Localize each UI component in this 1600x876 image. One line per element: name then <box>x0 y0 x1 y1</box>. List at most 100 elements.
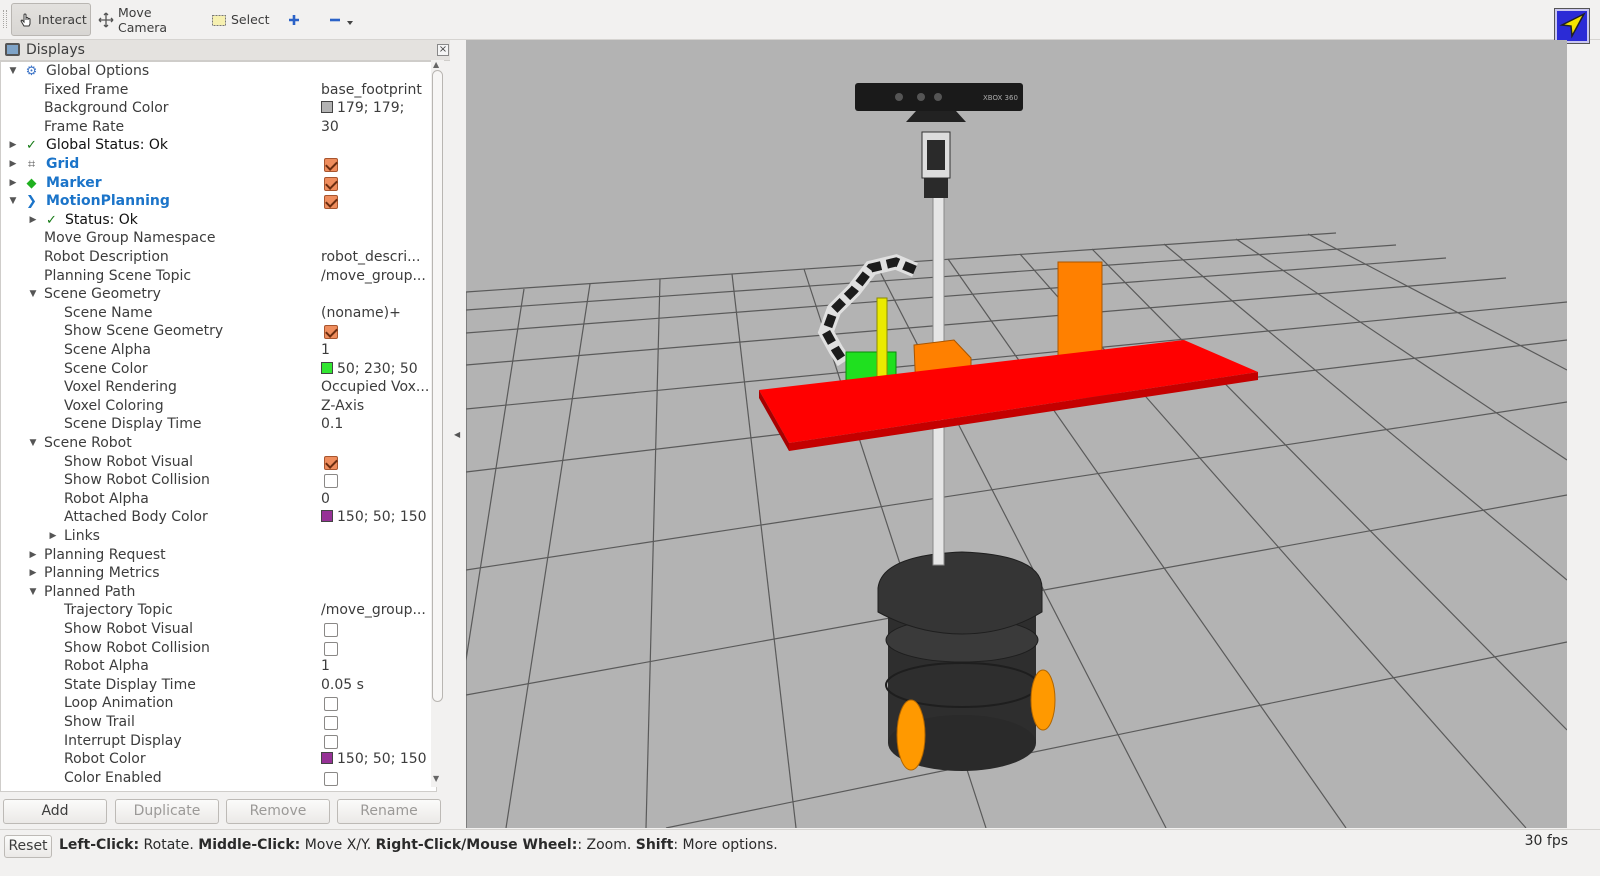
tree-row[interactable]: Fixed Frame base_footprint <box>1 81 436 100</box>
tree-row[interactable]: Show Trail <box>1 713 436 732</box>
tree-row-label: Global Status: Ok <box>46 137 169 154</box>
remove-tool-dropdown[interactable] <box>322 3 362 36</box>
property-checkbox[interactable] <box>324 697 338 712</box>
property-checkbox[interactable] <box>324 195 338 210</box>
expand-down-icon[interactable]: ▼ <box>28 285 38 304</box>
tree-row-value[interactable]: /move_group... <box>321 267 436 286</box>
tree-row[interactable]: ▼ ❯ MotionPlanning <box>1 192 436 211</box>
tree-row[interactable]: Robot Color 150; 50; 150 <box>1 750 436 769</box>
add-button[interactable]: Add <box>3 799 107 824</box>
expand-right-icon[interactable]: ▶ <box>28 564 38 583</box>
tree-row[interactable]: Planning Scene Topic/move_group... <box>1 267 436 286</box>
expand-right-icon[interactable]: ▶ <box>8 155 18 174</box>
tree-row[interactable]: ▼ ⚙ Global Options <box>1 62 436 81</box>
tree-row[interactable]: Robot Alpha 1 <box>1 657 436 676</box>
tree-row[interactable]: Robot Description robot_descri... <box>1 248 436 267</box>
scrollbar-thumb[interactable] <box>432 70 443 702</box>
expand-down-icon[interactable]: ▼ <box>8 192 18 211</box>
tree-row[interactable]: Show Robot Collision <box>1 639 436 658</box>
tree-row[interactable]: Scene Color 50; 230; 50 <box>1 360 436 379</box>
move-camera-tool-button[interactable]: Move Camera <box>92 3 196 36</box>
tree-row[interactable]: ▶ ⌗ Grid <box>1 155 436 174</box>
expand-right-icon[interactable]: ▶ <box>28 546 38 565</box>
tree-row-value[interactable]: (noname)+ <box>321 304 436 323</box>
property-checkbox[interactable] <box>324 474 338 489</box>
tree-row[interactable]: Scene Name (noname)+ <box>1 304 436 323</box>
tree-row[interactable]: Frame Rate 30 <box>1 118 436 137</box>
expand-right-icon[interactable]: ▶ <box>28 211 38 230</box>
tree-row[interactable]: Voxel Rendering Occupied Vox... <box>1 378 436 397</box>
tree-row[interactable]: Attached Body Color 150; 50; 150 <box>1 508 436 527</box>
expand-down-icon[interactable]: ▼ <box>8 62 18 81</box>
tree-row[interactable]: Trajectory Topic/move_group... <box>1 601 436 620</box>
close-icon[interactable]: × <box>437 44 449 56</box>
tree-row[interactable]: State Display Time 0.05 s <box>1 676 436 695</box>
select-tool-button[interactable]: Select <box>205 3 275 36</box>
tree-row-value[interactable]: 30 <box>321 118 436 137</box>
expand-down-icon[interactable]: ▼ <box>28 434 38 453</box>
tree-row[interactable]: Robot Alpha 0 <box>1 490 436 509</box>
scroll-down-icon[interactable]: ▼ <box>433 774 439 783</box>
scroll-up-icon[interactable]: ▲ <box>433 60 439 69</box>
tree-row[interactable]: Move Group Namespace <box>1 229 436 248</box>
tree-row-value[interactable]: 1 <box>321 341 436 360</box>
tree-row[interactable]: ▶ Links <box>1 527 436 546</box>
tree-row[interactable]: ▼ Scene Geometry <box>1 285 436 304</box>
property-checkbox[interactable] <box>324 623 338 637</box>
tree-row[interactable]: Scene Display Time 0.1 <box>1 415 436 434</box>
tree-row[interactable]: Voxel Coloring Z-Axis <box>1 397 436 416</box>
tree-row-value[interactable]: 1 <box>321 657 436 676</box>
tree-row-value[interactable]: 0.05 s <box>321 676 436 695</box>
tree-row[interactable]: Loop Animation <box>1 694 436 713</box>
tree-row[interactable]: ▶ ✓ Status: Ok <box>1 211 436 230</box>
expand-right-icon[interactable]: ▶ <box>48 527 58 546</box>
property-checkbox[interactable] <box>324 176 338 191</box>
tree-row[interactable]: Scene Alpha 1 <box>1 341 436 360</box>
property-checkbox[interactable] <box>324 325 338 340</box>
interact-tool-button[interactable]: Interact <box>11 3 91 36</box>
tree-row[interactable]: Color Enabled <box>1 769 436 788</box>
tree-row[interactable]: ▶ Planning Metrics <box>1 564 436 583</box>
tree-row-value[interactable]: robot_descri... <box>321 248 436 267</box>
tree-row-value[interactable]: /move_group... <box>321 601 436 620</box>
tree-row[interactable]: ▼ Scene Robot <box>1 434 436 453</box>
expand-right-icon[interactable]: ▶ <box>8 136 18 155</box>
tree-row[interactable]: ▶ ✓ Global Status: Ok <box>1 136 436 155</box>
tree-row[interactable]: ▶ ◆ Marker <box>1 174 436 193</box>
property-checkbox[interactable] <box>324 641 338 656</box>
render-viewport-3d[interactable]: XBOX 360 <box>466 40 1567 828</box>
tree-row-value[interactable]: 0 <box>321 490 436 509</box>
tree-row-label: Links <box>64 528 100 544</box>
property-checkbox[interactable] <box>324 455 338 470</box>
tree-row[interactable]: Show Scene Geometry <box>1 322 436 341</box>
tree-row-value[interactable]: 179; 179; <box>321 99 436 118</box>
reset-button[interactable]: Reset <box>4 835 52 858</box>
expand-right-icon[interactable]: ▶ <box>8 174 18 193</box>
property-checkbox[interactable] <box>324 716 338 730</box>
tree-row-value[interactable]: 150; 50; 150 <box>321 750 436 769</box>
remove-button[interactable]: Remove <box>226 799 330 824</box>
tree-scrollbar[interactable]: ▲ ▼ <box>431 60 444 787</box>
collapse-left-icon[interactable]: ◀ <box>454 430 460 439</box>
tree-row-value[interactable]: 150; 50; 150 <box>321 508 436 527</box>
duplicate-button[interactable]: Duplicate <box>115 799 219 824</box>
tree-row[interactable]: ▼ Planned Path <box>1 583 436 602</box>
tree-row-value[interactable]: base_footprint <box>321 81 436 100</box>
tree-row-value[interactable]: 50; 230; 50 <box>321 360 436 379</box>
toolbar-grip[interactable] <box>3 10 7 28</box>
tree-row[interactable]: Background Color 179; 179; <box>1 99 436 118</box>
tree-row-value[interactable]: Z-Axis <box>321 397 436 416</box>
tree-row[interactable]: Interrupt Display <box>1 732 436 751</box>
tree-row[interactable]: ▶ Planning Request <box>1 546 436 565</box>
add-tool-button[interactable] <box>281 3 307 36</box>
expand-down-icon[interactable]: ▼ <box>28 583 38 602</box>
property-checkbox[interactable] <box>324 734 338 749</box>
tree-row[interactable]: Show Robot Collision <box>1 471 436 490</box>
property-checkbox[interactable] <box>324 771 338 786</box>
property-checkbox[interactable] <box>324 158 338 172</box>
tree-row-value[interactable]: Occupied Vox... <box>321 378 436 397</box>
tree-row[interactable]: Show Robot Visual <box>1 620 436 639</box>
tree-row[interactable]: Show Robot Visual <box>1 453 436 472</box>
tree-row-value[interactable]: 0.1 <box>321 415 436 434</box>
rename-button[interactable]: Rename <box>337 799 441 824</box>
